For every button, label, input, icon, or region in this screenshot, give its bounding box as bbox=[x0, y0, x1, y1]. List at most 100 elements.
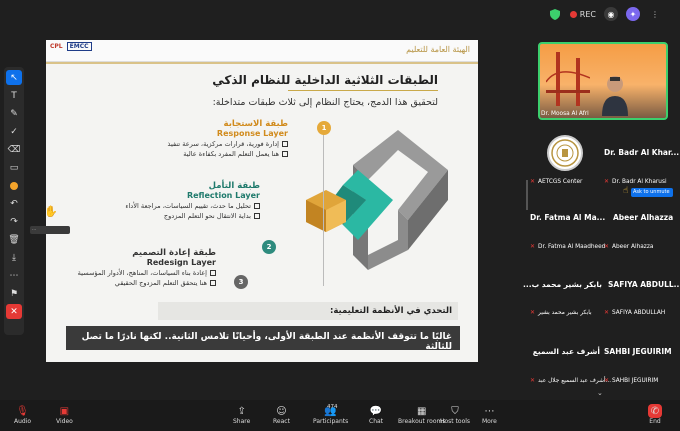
active-speaker-video[interactable] bbox=[538, 42, 668, 120]
mic-off-icon: ✕ bbox=[604, 309, 610, 316]
participant-tile-label[interactable]: أشرف عبد السميع bbox=[530, 347, 600, 356]
layer-bullet: إدارة فورية، قرارات مركزية، سرعة تنفيذ bbox=[118, 140, 288, 148]
share-label: Share bbox=[233, 418, 251, 425]
speaker-name: Dr. Moosa Al Afri bbox=[541, 111, 589, 117]
ask-to-unmute-badge[interactable]: Ask to unmute bbox=[631, 188, 673, 197]
audio-button[interactable]: 🎙 Audio bbox=[14, 404, 31, 426]
end-button[interactable]: ✆ End bbox=[648, 404, 662, 425]
mic-off-icon: ✕ bbox=[530, 309, 536, 316]
gallery-resize-handle[interactable] bbox=[526, 180, 528, 210]
participant-tile-sub: ✕ SAFIYA ABDULLAH bbox=[604, 309, 665, 316]
layer-title-en: Redesign Layer bbox=[146, 258, 216, 267]
spark-icon[interactable]: ✦ bbox=[626, 7, 640, 21]
end-call-icon: ✆ bbox=[648, 404, 662, 418]
host-tools-label: Host tools bbox=[440, 418, 471, 425]
seal-icon bbox=[551, 139, 579, 167]
stamp-icon[interactable]: ⚑ bbox=[6, 286, 22, 301]
color-picker-icon[interactable] bbox=[6, 178, 22, 193]
shield-icon[interactable] bbox=[548, 7, 562, 21]
meeting-window: REC ◉ ✦ ⋮ ↖ T ✎ ✓ ⌫ ▭ ↶ ↷ 🗑 ⤓ ⋯ ⚑ ✕ CPL … bbox=[0, 0, 680, 431]
participants-button[interactable]: 👥 474 Participants bbox=[313, 404, 348, 425]
camera-icon[interactable]: ◉ bbox=[604, 7, 618, 21]
participant-tile-label[interactable]: Dr. Fatma Al Ma... bbox=[530, 213, 605, 222]
layer-title-en: Response Layer bbox=[216, 129, 288, 138]
chat-icon: 💬 bbox=[369, 405, 383, 417]
participant-sub-text: بابكر بشير محمد بشير bbox=[538, 310, 592, 316]
title-underline bbox=[288, 90, 438, 91]
slide-title: الطبقات الثلاثية الداخلية للنظام الذكي bbox=[212, 73, 438, 87]
participant-tile-label[interactable]: Abeer Alhazza bbox=[613, 213, 673, 222]
layer-bullet: هنا يعمل التعلم المفرد بكفاءة عالية bbox=[118, 150, 288, 158]
more-tools-icon[interactable]: ⋯ bbox=[6, 268, 22, 283]
slide-brand: الهيئة العامة للتعليم bbox=[406, 45, 470, 54]
slide-subtitle: لتحقيق هذا الدمج، يحتاج النظام إلى ثلاث … bbox=[212, 97, 438, 108]
logo-right: EMCC bbox=[66, 42, 92, 51]
participants-label: Participants bbox=[313, 418, 349, 425]
mic-off-icon: ✕ bbox=[604, 243, 610, 250]
breakout-rooms-button[interactable]: ▦ Breakout rooms bbox=[398, 404, 446, 426]
breakout-label: Breakout rooms bbox=[398, 418, 446, 425]
react-button[interactable]: ☺ React bbox=[273, 404, 290, 426]
participant-sub-text: أشرف عبد السميع جلال عبد... bbox=[538, 378, 612, 384]
checkbox-icon bbox=[282, 141, 288, 147]
pen-tool-icon[interactable]: ✎ bbox=[6, 106, 22, 121]
undo-icon[interactable]: ↶ bbox=[6, 196, 22, 211]
bullet-text: إعادة بناء السياسات، المناهج، الأدوار ال… bbox=[77, 269, 207, 277]
smile-icon: ☺ bbox=[276, 405, 287, 417]
select-tool-icon[interactable]: ↖ bbox=[6, 70, 22, 85]
participant-tile-label[interactable]: SAHBI JEGUIRIM bbox=[604, 347, 672, 356]
bullet-text: بداية الانتقال نحو التعلم المزدوج bbox=[163, 212, 251, 220]
bullet-text: تحليل ما حدث، تقييم السياسات، مراجعة الأ… bbox=[125, 202, 251, 210]
participant-tile-label[interactable]: بابكر بشير محمد ب... bbox=[523, 280, 602, 289]
meeting-toolbar: 🎙 Audio ▣ Video ⇪ Share ☺ React 👥 474 Pa… bbox=[0, 400, 680, 431]
participant-sub-text: AETCGS Center bbox=[538, 179, 583, 185]
participant-tile-label[interactable]: Dr. Badr Al Khar... bbox=[604, 148, 679, 157]
shield-tools-icon: ⛉ bbox=[451, 405, 459, 417]
trash-icon[interactable]: 🗑 bbox=[6, 232, 22, 247]
redesign-layer: طبقة إعادة التصميم Redesign Layer إعادة … bbox=[46, 248, 216, 287]
participant-sub-text: SAFIYA ABDULLAH bbox=[612, 310, 666, 316]
more-icon: ⋯ bbox=[484, 405, 495, 417]
slide-logos: CPL EMCC bbox=[50, 42, 92, 51]
menu-icon[interactable]: ⋮ bbox=[648, 7, 662, 21]
checkbox-icon bbox=[210, 280, 216, 286]
more-label: More bbox=[482, 418, 497, 425]
redo-icon[interactable]: ↷ bbox=[6, 214, 22, 229]
breakout-icon: ▦ bbox=[417, 405, 427, 417]
recording-indicator[interactable]: REC bbox=[569, 10, 596, 19]
end-label: End bbox=[649, 418, 661, 425]
mic-off-icon: ✕ bbox=[530, 178, 536, 185]
record-dot-icon bbox=[569, 10, 577, 18]
check-tool-icon[interactable]: ✓ bbox=[6, 124, 22, 139]
shape-tool-icon[interactable]: ▭ bbox=[6, 160, 22, 175]
video-label: Video bbox=[56, 418, 73, 425]
annotation-toolbar: ↖ T ✎ ✓ ⌫ ▭ ↶ ↷ 🗑 ⤓ ⋯ ⚑ ✕ bbox=[4, 67, 24, 335]
mic-off-icon: ✕ bbox=[604, 377, 610, 384]
eraser-tool-icon[interactable]: ⌫ bbox=[6, 142, 22, 157]
participant-tile-sub: ✕ أشرف عبد السميع جلال عبد... bbox=[530, 377, 611, 384]
challenge-heading: التحدي في الأنظمة التعليمية: bbox=[158, 302, 458, 320]
participant-tile-sub: ✕ Dr. Fatma Al Maadheed bbox=[530, 243, 605, 250]
mic-off-icon: ✕ bbox=[530, 377, 536, 384]
bullet-text: هنا يعمل التعلم المفرد بكفاءة عالية bbox=[183, 150, 279, 158]
connector-line bbox=[323, 128, 324, 286]
save-icon[interactable]: ⤓ bbox=[6, 250, 22, 265]
video-button[interactable]: ▣ Video bbox=[56, 404, 73, 426]
participant-tile-sub: ✕ SAHBI JEGUIRIM bbox=[604, 377, 658, 384]
share-button[interactable]: ⇪ Share bbox=[233, 404, 251, 426]
chat-button[interactable]: 💬 Chat bbox=[369, 404, 383, 426]
text-tool-icon[interactable]: T bbox=[6, 88, 22, 103]
participant-tile-label[interactable]: SAFIYA ABDULL... bbox=[608, 280, 680, 289]
participant-tile-sub: ✕ بابكر بشير محمد بشير bbox=[530, 309, 592, 316]
layer-bullet: إعادة بناء السياسات، المناهج، الأدوار ال… bbox=[46, 269, 216, 277]
participants-count: 474 bbox=[327, 404, 338, 410]
participant-sub-text: Dr. Fatma Al Maadheed bbox=[538, 244, 606, 250]
host-tools-button[interactable]: ⛉ Host tools bbox=[440, 404, 471, 426]
close-annotation-icon[interactable]: ✕ bbox=[6, 304, 22, 319]
participant-sub-text: Dr. Badr Al Kharusi bbox=[612, 179, 667, 185]
more-button[interactable]: ⋯ More bbox=[482, 404, 497, 426]
layers-diagram bbox=[306, 130, 448, 270]
scroll-down-icon[interactable]: ⌄ bbox=[597, 389, 603, 397]
conclusion-banner: غالبًا ما تتوقف الأنظمة عند الطبقة الأول… bbox=[66, 326, 460, 352]
layer-bullet: بداية الانتقال نحو التعلم المزدوج bbox=[90, 212, 260, 220]
